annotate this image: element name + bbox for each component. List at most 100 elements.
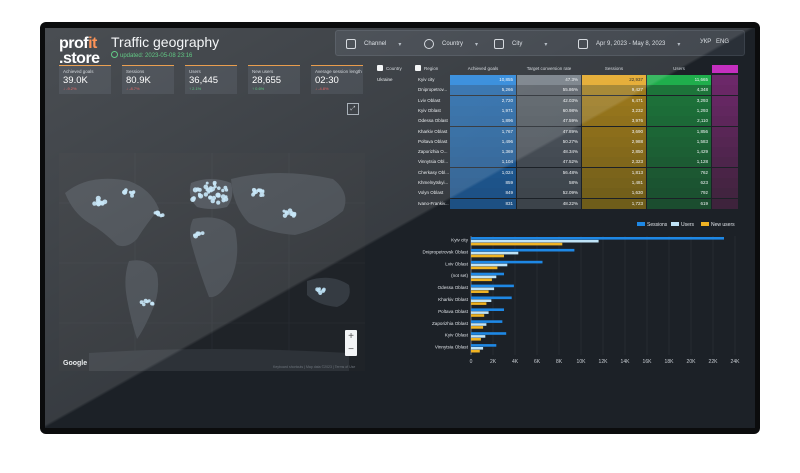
lang-ukr-button[interactable]: УКР xyxy=(700,39,711,45)
region-cell[interactable]: Kyiv Oblast xyxy=(415,106,452,116)
kpi-card: Average session length 02:30 ↓ -4.8% xyxy=(311,65,363,94)
dashboard-screen: profit .store Traffic geography updated:… xyxy=(45,28,755,428)
traffic-dot xyxy=(200,231,205,235)
traffic-dot xyxy=(221,188,225,193)
region-cell[interactable]: Lviv Oblast xyxy=(415,96,452,106)
conv-cell: 42.03% xyxy=(517,95,581,106)
region-cell[interactable]: Dnipropetrov... xyxy=(415,85,452,95)
date-range-picker[interactable]: Apr 9, 2023 - May 8, 2023 ▾ xyxy=(578,39,680,49)
x-tick-label: 12K xyxy=(599,359,609,365)
country-column-header[interactable]: Country xyxy=(377,65,402,73)
fullscreen-icon[interactable]: ⤢ xyxy=(347,103,359,115)
map-attribution[interactable]: Keyboard shortcuts | Map data ©2023 | Te… xyxy=(273,365,355,369)
chevron-down-icon: ▾ xyxy=(475,41,479,48)
zoom-in-button[interactable]: + xyxy=(345,330,357,343)
sessions-column-header[interactable]: Sessions xyxy=(582,65,646,73)
traffic-dot xyxy=(150,301,154,306)
x-tick-label: 24K xyxy=(731,359,741,365)
traffic-dot xyxy=(92,201,97,206)
region-table: Country Region Achieved goals Target con… xyxy=(375,65,738,211)
users-cell: 1,293 xyxy=(647,105,711,116)
location-pin-icon xyxy=(424,39,434,49)
users-cell: 762 xyxy=(647,167,711,178)
extra-cell xyxy=(712,136,738,147)
x-tick-label: 16K xyxy=(643,359,653,365)
sessions-cell: 2,988 xyxy=(582,136,646,147)
bar-new-users xyxy=(471,266,498,270)
traffic-dot xyxy=(143,298,148,304)
region-cell[interactable]: Cherkasy Obl... xyxy=(415,168,452,178)
page-title: Traffic geography xyxy=(111,34,220,50)
bar-users xyxy=(471,251,519,255)
lang-eng-button[interactable]: ENG xyxy=(716,39,729,45)
checkbox-icon[interactable] xyxy=(415,65,421,71)
kpi-value: 80.9K xyxy=(126,75,151,86)
sessions-cell: 2,850 xyxy=(582,147,646,158)
legend-label: Users xyxy=(681,222,695,228)
goals-cell: 1,104 xyxy=(450,157,516,168)
bar-users xyxy=(471,239,599,243)
extra-cell xyxy=(712,95,738,106)
zoom-out-button[interactable]: − xyxy=(345,343,357,356)
region-cell[interactable]: Poltava Oblast xyxy=(415,137,452,147)
sessions-cell: 22,937 xyxy=(582,75,646,85)
kpi-card: New users 28,655 ↑ 0.6% xyxy=(248,65,300,94)
traffic-dot xyxy=(128,190,132,194)
extra-cell xyxy=(712,126,738,137)
region-cell[interactable]: Vinnytsia Obl... xyxy=(415,157,452,167)
region-cell[interactable]: Ivano-Frankiv... xyxy=(415,199,452,209)
channel-filter[interactable]: Channel ▾ xyxy=(346,39,401,49)
x-tick-label: 18K xyxy=(665,359,675,365)
conv-cell: 48.22% xyxy=(517,198,581,209)
kpi-delta: ↓ -8.7% xyxy=(126,86,140,91)
country-filter[interactable]: Country ▾ xyxy=(424,39,478,49)
kpi-delta: ↓ -9.2% xyxy=(63,86,77,91)
checkbox-icon[interactable] xyxy=(377,65,383,71)
region-cell[interactable]: Kyiv city xyxy=(415,75,452,85)
extra-cell xyxy=(712,188,738,199)
goals-cell: 5,266 xyxy=(450,85,516,96)
sessions-cell: 9,427 xyxy=(582,85,646,96)
region-cell[interactable]: Khmelnytskyi... xyxy=(415,178,452,188)
bar-sessions xyxy=(471,260,543,264)
world-map[interactable] xyxy=(59,153,365,371)
bar-users xyxy=(471,323,487,326)
region-cell[interactable]: Volyn Oblast xyxy=(415,188,452,198)
region-cell[interactable]: Odessa Oblast xyxy=(415,116,452,126)
sessions-cell: 2,323 xyxy=(582,157,646,168)
x-tick-label: 0 xyxy=(470,359,473,365)
legend-swatch xyxy=(637,222,645,226)
bar-users xyxy=(471,275,497,279)
region-cell[interactable]: Zaporizhia O... xyxy=(415,147,452,157)
users-column-header[interactable]: Users xyxy=(647,65,711,73)
extra-cell xyxy=(712,105,738,116)
legend-label: New users xyxy=(711,222,735,228)
bar-new-users xyxy=(471,338,481,341)
conversion-column-header[interactable]: Target conversion rate xyxy=(517,65,581,73)
traffic-dot xyxy=(210,198,216,204)
category-label: Poltava Oblast xyxy=(438,309,469,314)
goals-column-header[interactable]: Achieved goals xyxy=(450,65,516,73)
traffic-dot xyxy=(195,187,200,192)
users-cell: 1,583 xyxy=(647,136,711,147)
region-cell[interactable]: Kharkiv Oblast xyxy=(415,127,452,137)
conv-cell: 58% xyxy=(517,178,581,188)
sessions-bar-chart: 0 2K 4K 6K 8K 10K 12K 14K 16K 18K 20K 22K 24K Kyiv ci… xyxy=(375,218,747,368)
traffic-dot xyxy=(223,185,228,190)
users-cell: 623 xyxy=(647,178,711,188)
updated-timestamp: updated: 2023-05-08 23:16 xyxy=(111,51,192,59)
traffic-dot xyxy=(156,212,161,217)
users-cell: 1,429 xyxy=(647,147,711,158)
category-label: Kyiv city xyxy=(451,238,469,243)
brand-logo[interactable]: profit .store xyxy=(59,36,100,67)
goals-cell: 1,496 xyxy=(450,136,516,147)
city-filter[interactable]: City ▾ xyxy=(494,39,547,49)
extra-cell xyxy=(712,85,738,96)
bar-sessions xyxy=(471,272,504,276)
conv-cell: 47.52% xyxy=(517,157,581,168)
extra-cell xyxy=(712,198,738,209)
conv-cell: 60.98% xyxy=(517,105,581,116)
sessions-cell: 1,630 xyxy=(582,188,646,199)
region-column-header[interactable]: Region xyxy=(415,65,438,73)
conv-cell: 47.3% xyxy=(517,75,581,85)
